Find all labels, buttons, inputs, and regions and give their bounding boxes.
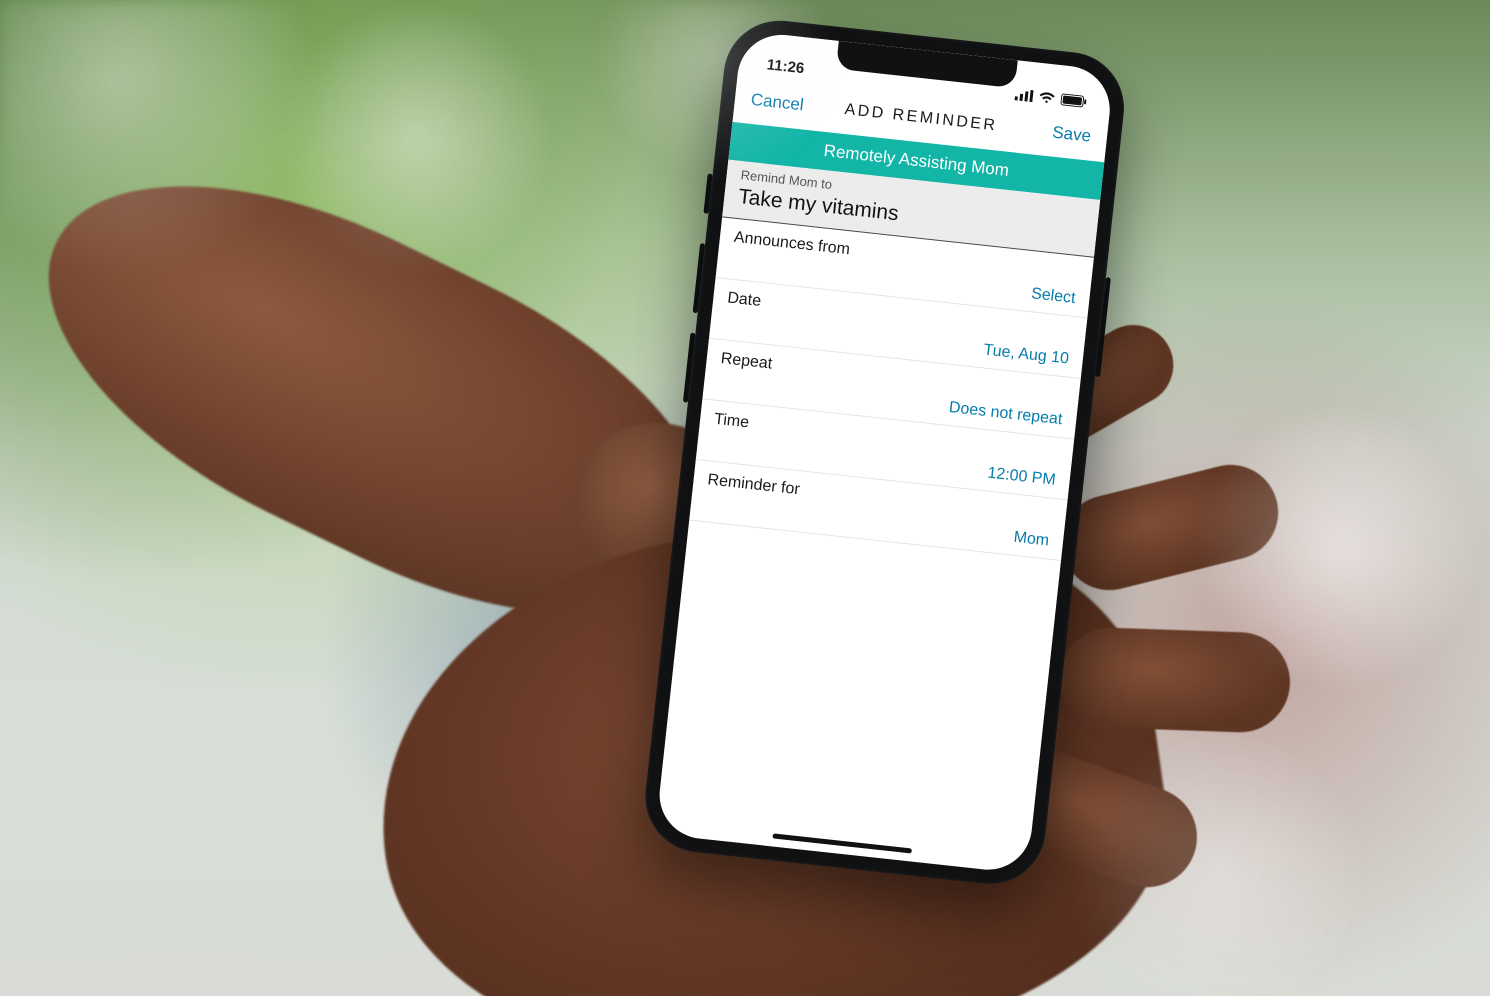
page-title: ADD REMINDER <box>734 89 1108 147</box>
photo-background: 11:26 Cancel ADD REMINDER Save Remotely … <box>0 0 1490 996</box>
row-label: Repeat <box>720 350 1066 405</box>
row-value[interactable]: 12:00 PM <box>711 435 1057 490</box>
row-label: Reminder for <box>707 472 1053 527</box>
row-label: Time <box>713 411 1059 466</box>
reminder-hint: Remind Mom to <box>740 167 1086 219</box>
nav-bar: Cancel ADD REMINDER Save <box>732 74 1109 162</box>
battery-icon <box>1060 93 1087 108</box>
phone-frame: 11:26 Cancel ADD REMINDER Save Remotely … <box>640 15 1130 890</box>
home-indicator[interactable] <box>772 833 912 853</box>
status-time: 11:26 <box>766 56 805 77</box>
phone-screen: 11:26 Cancel ADD REMINDER Save Remotely … <box>655 30 1114 874</box>
row-value[interactable]: Mom <box>704 495 1050 550</box>
context-banner: Remotely Assisting Mom <box>728 122 1104 200</box>
row-value[interactable]: Does not repeat <box>717 374 1063 429</box>
status-icons <box>1014 88 1087 108</box>
status-bar: 11:26 <box>738 30 1115 114</box>
reminder-text-field[interactable]: Remind Mom to Take my vitamins <box>722 160 1100 258</box>
hand-silhouette <box>0 230 1260 996</box>
reminder-value: Take my vitamins <box>737 184 1084 247</box>
cancel-button[interactable]: Cancel <box>750 90 805 116</box>
notch <box>836 41 1018 88</box>
row-date[interactable]: Date Tue, Aug 10 <box>709 278 1087 379</box>
row-value[interactable]: Tue, Aug 10 <box>724 314 1070 369</box>
row-time[interactable]: Time 12:00 PM <box>696 400 1074 501</box>
row-label: Date <box>726 290 1072 345</box>
row-label: Announces from <box>733 229 1079 284</box>
row-announces-from[interactable]: Announces from Select <box>715 218 1093 319</box>
save-button[interactable]: Save <box>1051 123 1092 147</box>
row-repeat[interactable]: Repeat Does not repeat <box>702 339 1080 440</box>
row-value[interactable]: Select <box>730 253 1076 308</box>
cellular-icon <box>1014 88 1033 102</box>
wifi-icon <box>1038 91 1055 105</box>
row-reminder-for[interactable]: Reminder for Mom <box>689 460 1067 561</box>
